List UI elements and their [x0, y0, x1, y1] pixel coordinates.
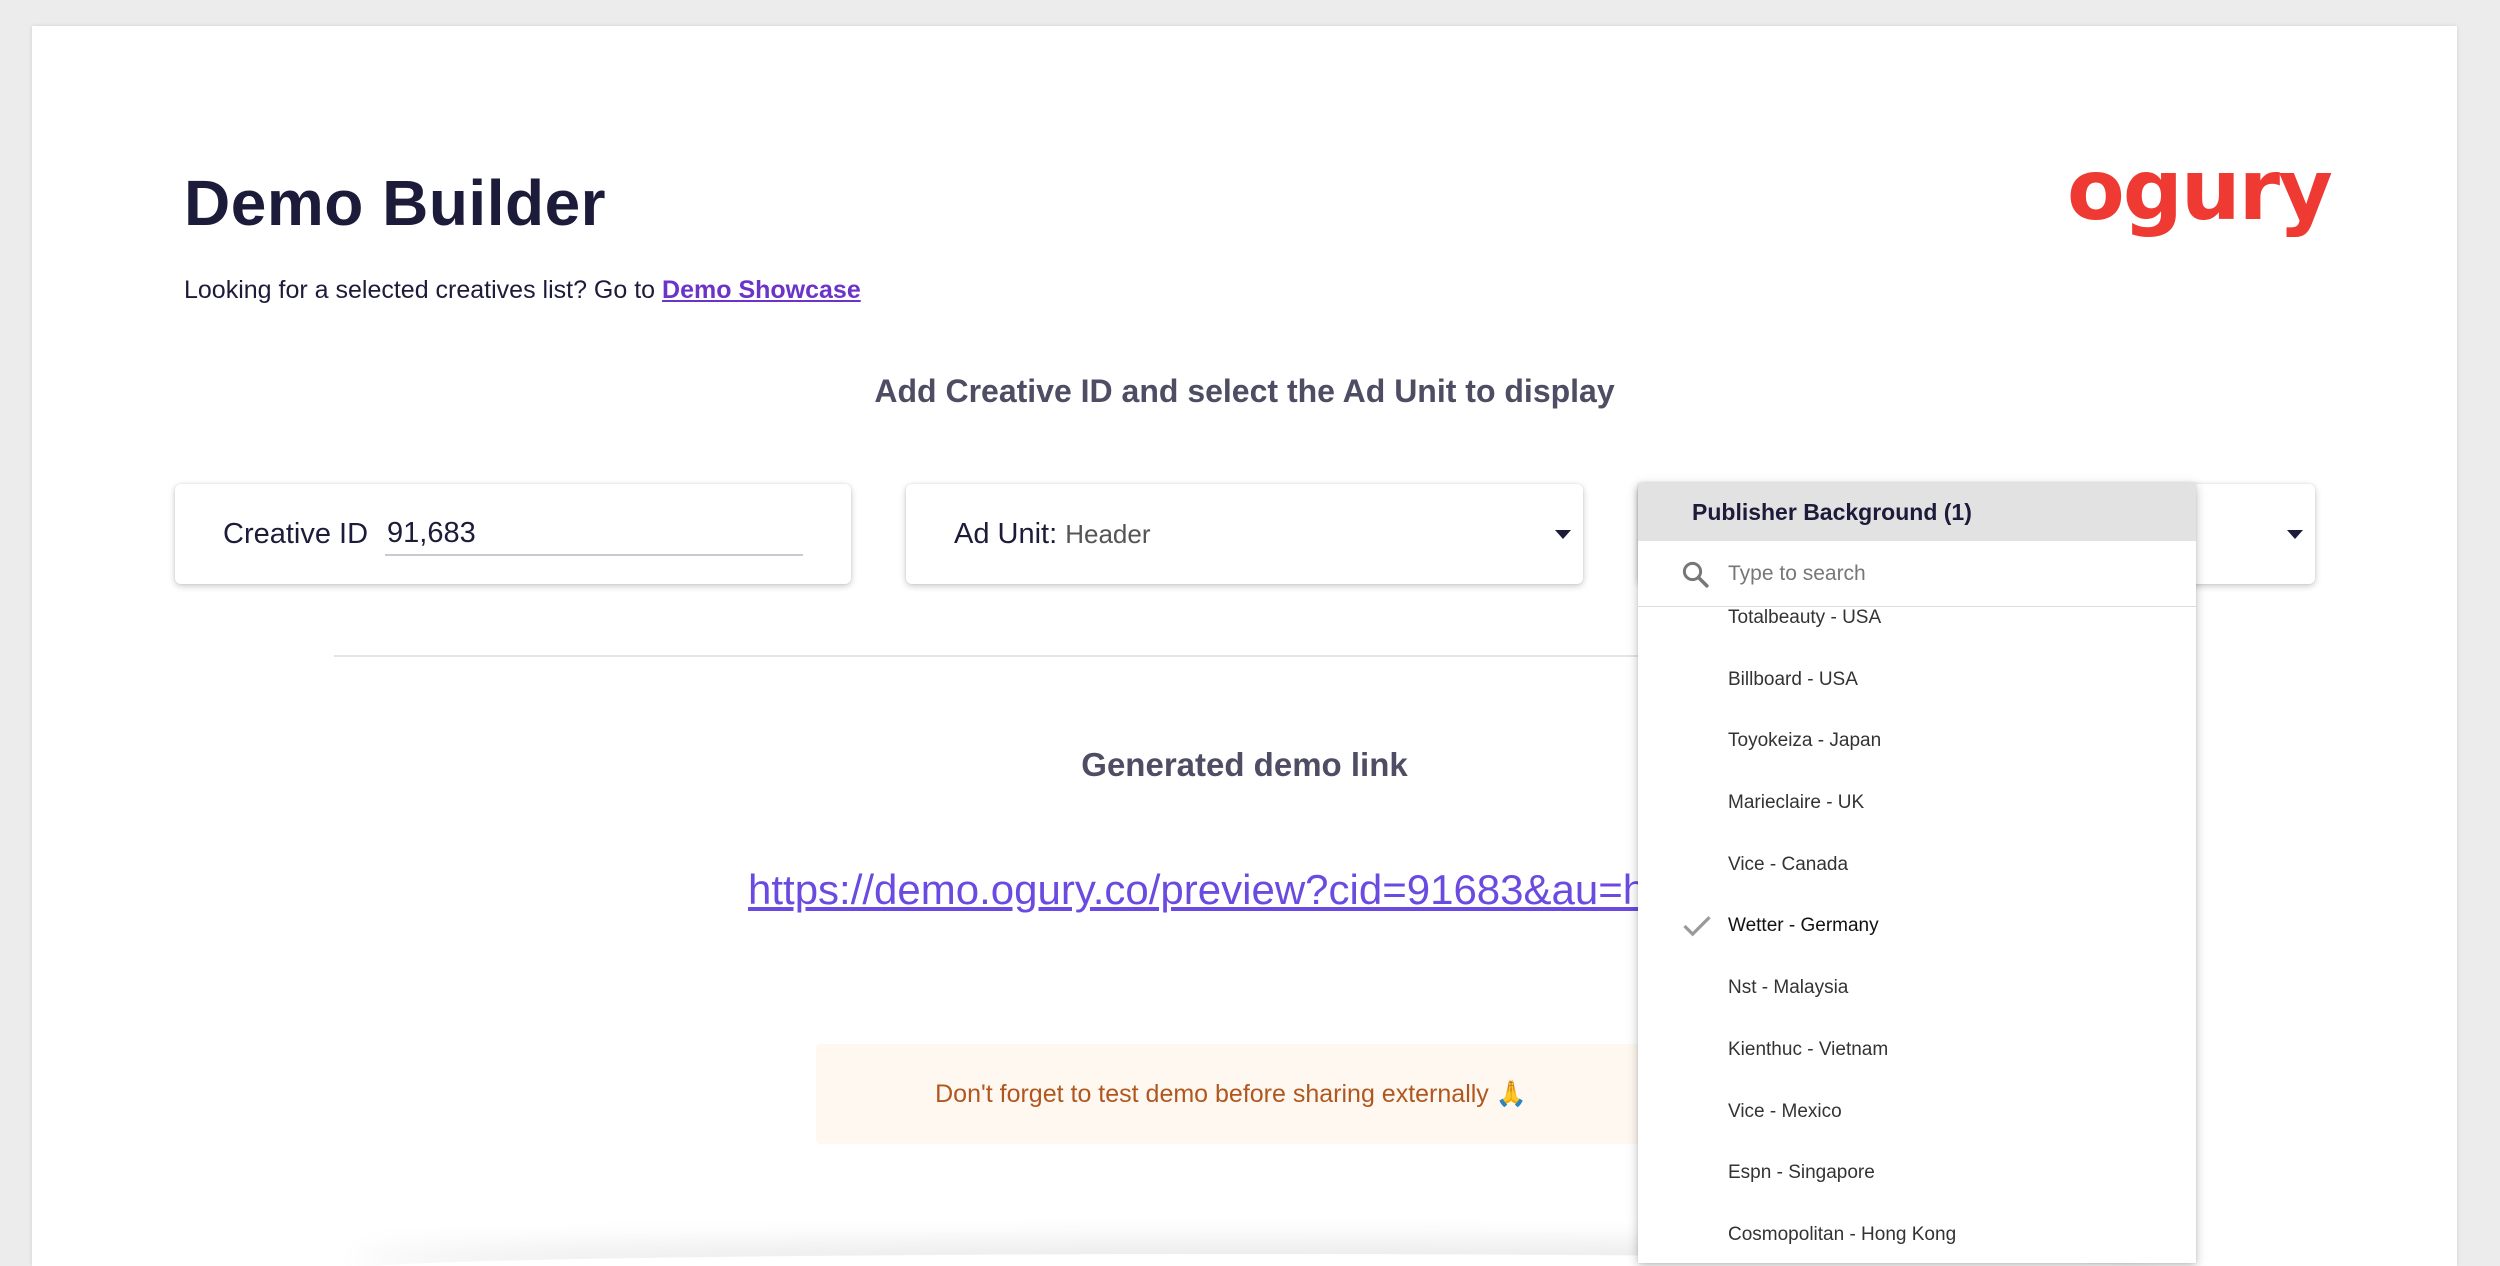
creative-id-label: Creative ID: [223, 518, 369, 550]
caret-down-icon: [2287, 530, 2303, 539]
publisher-background-dropdown[interactable]: Publisher Background (1) Totalbeauty - U…: [1638, 483, 2196, 1263]
dropdown-option-label: Cosmopolitan - Hong Kong: [1728, 1223, 1957, 1245]
dropdown-option[interactable]: Kienthuc - Vietnam: [1638, 1019, 2196, 1081]
check-icon: [1683, 916, 1711, 937]
dropdown-option[interactable]: Vice - Canada: [1638, 834, 2196, 896]
dropdown-option-label: Espn - Singapore: [1728, 1162, 1875, 1184]
ad-unit-select[interactable]: Ad Unit: Header: [906, 484, 1583, 584]
form-heading: Add Creative ID and select the Ad Unit t…: [874, 373, 1615, 409]
dropdown-option[interactable]: Espn - Singapore: [1638, 1142, 2196, 1204]
dropdown-header: Publisher Background (1): [1638, 483, 2196, 541]
dropdown-option-label: Nst - Malaysia: [1728, 977, 1849, 999]
dropdown-option-label: Billboard - USA: [1728, 668, 1858, 690]
dropdown-option[interactable]: Totalbeauty - USA: [1638, 607, 2196, 649]
subtitle-text: Looking for a selected creatives list? G…: [184, 276, 656, 304]
creative-id-input[interactable]: [385, 512, 803, 556]
dropdown-option-label: Marieclaire - UK: [1728, 792, 1865, 814]
dropdown-option-label: Vice - Canada: [1728, 853, 1849, 875]
ad-unit-label: Ad Unit: Header: [954, 518, 1151, 551]
dropdown-option-label: Totalbeauty - USA: [1728, 607, 1882, 628]
ogury-logo: ogury: [2067, 141, 2333, 239]
generated-demo-link[interactable]: https://demo.ogury.co/preview?cid=91683&…: [748, 866, 1646, 914]
search-icon: [1682, 561, 1709, 588]
test-reminder-notice: Don't forget to test demo before sharing…: [816, 1044, 1646, 1144]
caret-down-icon: [1555, 530, 1571, 539]
dropdown-option-label: Vice - Mexico: [1728, 1100, 1842, 1122]
dropdown-option[interactable]: Toyokeiza - Japan: [1638, 710, 2196, 772]
dropdown-option[interactable]: Cosmopolitan - Hong Kong: [1638, 1204, 2196, 1263]
dropdown-option[interactable]: Vice - Mexico: [1638, 1081, 2196, 1143]
dropdown-option[interactable]: Billboard - USA: [1638, 649, 2196, 711]
ad-unit-label-separator: :: [1049, 518, 1058, 550]
demo-showcase-link[interactable]: Demo Showcase: [662, 276, 861, 304]
dropdown-option-label: Wetter - Germany: [1728, 915, 1879, 937]
page-title: Demo Builder: [184, 167, 607, 239]
ad-unit-value: Header: [1065, 519, 1151, 549]
dropdown-option-label: Toyokeiza - Japan: [1728, 730, 1882, 752]
dropdown-search-input[interactable]: [1728, 555, 2168, 593]
dropdown-list-inner: Totalbeauty - USA Billboard - USA Toyokeiz…: [1638, 607, 2196, 1263]
dropdown-option[interactable]: Marieclaire - UK: [1638, 772, 2196, 834]
dropdown-list[interactable]: Totalbeauty - USA Billboard - USA Toyokeiz…: [1638, 607, 2196, 1263]
creative-id-card: Creative ID: [175, 484, 851, 584]
dropdown-option-label: Kienthuc - Vietnam: [1728, 1038, 1889, 1060]
ad-unit-label-text: Ad Unit: [954, 518, 1050, 550]
dropdown-search: [1638, 541, 2196, 607]
dropdown-option[interactable]: Nst - Malaysia: [1638, 957, 2196, 1019]
subtitle: Looking for a selected creatives list? G…: [184, 276, 861, 305]
dropdown-option[interactable]: Wetter - Germany: [1638, 895, 2196, 957]
